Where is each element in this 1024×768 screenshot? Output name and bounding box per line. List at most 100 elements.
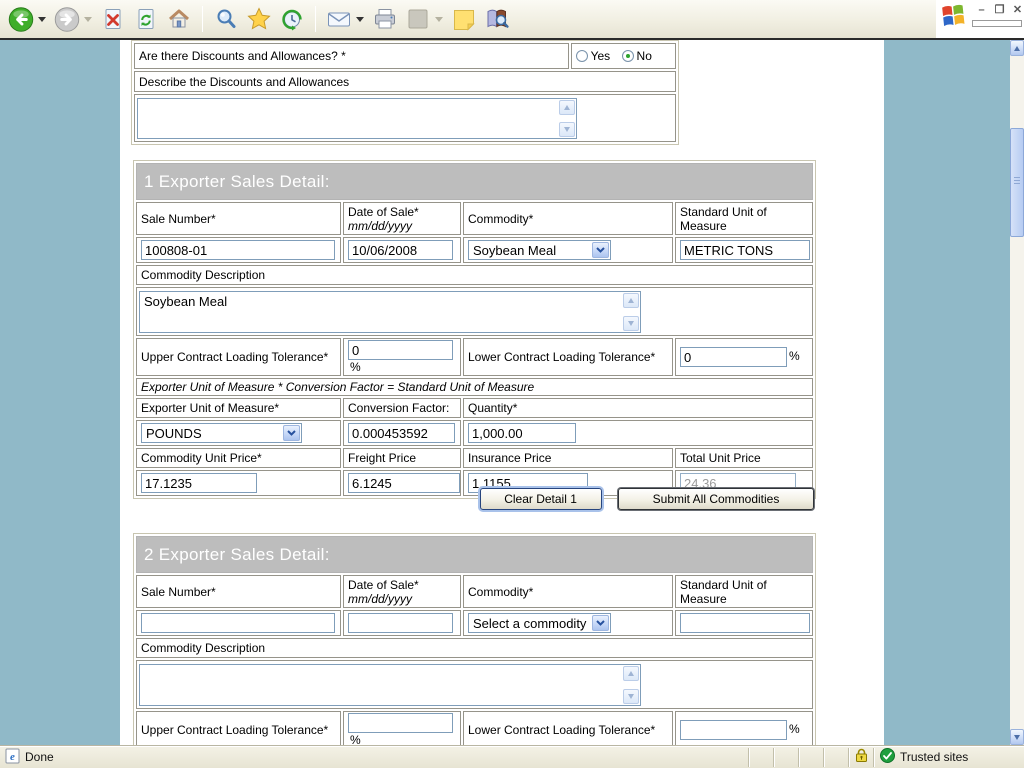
standard-unit-input[interactable] [680, 613, 810, 633]
scroll-down-icon[interactable] [623, 689, 639, 704]
research-icon[interactable] [484, 6, 510, 32]
upper-tolerance-input[interactable] [348, 340, 453, 360]
discounts-no-radio[interactable] [622, 50, 634, 62]
forward-icon[interactable] [54, 6, 80, 32]
browser-viewport: Are there Discounts and Allowances? * Ye… [0, 40, 1010, 745]
chevron-down-icon[interactable] [592, 242, 609, 258]
trusted-check-icon [880, 748, 895, 766]
status-zone-1 [748, 748, 773, 767]
scroll-up-icon[interactable] [623, 293, 639, 308]
mail-icon[interactable] [326, 6, 352, 32]
window-chrome: – ❐ ✕ [936, 0, 1024, 40]
browser-toolbar [0, 0, 936, 38]
notes-icon[interactable] [451, 6, 477, 32]
commodity-description-label: Commodity Description [141, 641, 265, 655]
standard-unit-input[interactable] [680, 240, 810, 260]
scrollbar-down-icon[interactable] [1010, 729, 1024, 745]
mail-dropdown-icon[interactable] [355, 6, 365, 32]
commodity-description-textarea-wrap [139, 664, 641, 706]
total-unit-price-label: Total Unit Price [680, 451, 761, 465]
clear-detail-button[interactable]: Clear Detail 1 [480, 488, 602, 510]
lock-icon [855, 748, 868, 766]
commodity-unit-price-label: Commodity Unit Price* [141, 451, 262, 465]
sale-number-input[interactable] [141, 240, 335, 260]
lower-tolerance-label: Lower Contract Loading Tolerance* [468, 723, 655, 737]
lower-tolerance-label: Lower Contract Loading Tolerance* [468, 350, 655, 364]
upper-tolerance-input[interactable] [348, 713, 453, 733]
security-zone-text: Trusted sites [900, 750, 968, 764]
edit-dropdown-icon [434, 6, 444, 32]
scroll-up-icon[interactable] [623, 666, 639, 681]
conversion-factor-input[interactable] [348, 423, 455, 443]
date-format-label: mm/dd/yyyy [348, 219, 456, 233]
discounts-table: Are there Discounts and Allowances? * Ye… [131, 40, 679, 145]
date-of-sale-input[interactable] [348, 613, 453, 633]
commodity-description-textarea[interactable]: Soybean Meal [140, 292, 621, 332]
status-zone-2 [773, 748, 798, 767]
lower-tolerance-input[interactable] [680, 347, 787, 367]
minimize-button[interactable]: – [974, 4, 989, 17]
commodity-select-value: Select a commodity [473, 616, 586, 631]
status-bar: e Done Trusted sites [0, 745, 1024, 768]
back-dropdown-icon[interactable] [37, 6, 47, 32]
back-icon[interactable] [8, 6, 34, 32]
status-zone-security: Trusted sites [873, 748, 1024, 767]
section1-header: 1 Exporter Sales Detail: [136, 163, 813, 200]
discounts-no-label: No [637, 49, 652, 63]
textarea-scrollbar [623, 666, 639, 704]
commodity-description-textarea[interactable] [140, 665, 621, 705]
textarea-scrollbar [623, 293, 639, 331]
vertical-scrollbar[interactable] [1010, 40, 1024, 745]
history-icon[interactable] [279, 6, 305, 32]
scroll-down-icon[interactable] [623, 316, 639, 331]
discounts-yes-label: Yes [591, 49, 611, 63]
commodity-select[interactable]: Select a commodity [468, 613, 611, 633]
scrollbar-up-icon[interactable] [1010, 40, 1024, 56]
discounts-yes-radio[interactable] [576, 50, 588, 62]
upper-tolerance-label: Upper Contract Loading Tolerance* [141, 350, 328, 364]
discounts-description-textarea[interactable] [138, 99, 557, 138]
sale-number-label: Sale Number* [141, 585, 216, 599]
commodity-select[interactable]: Soybean Meal [468, 240, 611, 260]
stop-icon[interactable] [100, 6, 126, 32]
refresh-icon[interactable] [133, 6, 159, 32]
scrollbar-thumb[interactable] [1010, 128, 1024, 237]
scroll-down-icon[interactable] [559, 122, 575, 137]
search-icon[interactable] [213, 6, 239, 32]
svg-text:e: e [10, 751, 15, 763]
submit-all-commodities-button[interactable]: Submit All Commodities [618, 488, 814, 510]
conversion-factor-label: Conversion Factor: [348, 401, 449, 415]
print-icon[interactable] [372, 6, 398, 32]
scroll-up-icon[interactable] [559, 100, 575, 115]
home-icon[interactable] [166, 6, 192, 32]
chevron-down-icon[interactable] [283, 425, 300, 441]
section1-actions: Clear Detail 1 Submit All Commodities [133, 488, 814, 510]
date-of-sale-input[interactable] [348, 240, 453, 260]
favorites-icon[interactable] [246, 6, 272, 32]
toolbar-separator [202, 6, 203, 32]
sale-number-input[interactable] [141, 613, 335, 633]
window-chrome-box [972, 20, 1022, 27]
date-of-sale-label: Date of Sale* [348, 205, 456, 219]
standard-unit-label: Standard Unit of Measure [680, 578, 767, 606]
quantity-label: Quantity* [468, 401, 517, 415]
discounts-describe-label: Describe the Discounts and Allowances [139, 75, 349, 89]
exporter-unit-select[interactable]: POUNDS [141, 423, 302, 443]
commodity-label: Commodity* [468, 212, 533, 226]
upper-tolerance-label: Upper Contract Loading Tolerance* [141, 723, 328, 737]
commodity-label: Commodity* [468, 585, 533, 599]
status-zone-4 [823, 748, 848, 767]
status-text: Done [25, 750, 54, 764]
discounts-description-textarea-wrap [137, 98, 577, 139]
edit-icon [405, 6, 431, 32]
percent-sign: % [789, 722, 800, 736]
quantity-input[interactable] [468, 423, 576, 443]
close-button[interactable]: ✕ [1010, 4, 1024, 17]
lower-tolerance-input[interactable] [680, 720, 787, 740]
restore-button[interactable]: ❐ [992, 4, 1007, 17]
exporter-sales-detail-2-table: 2 Exporter Sales Detail: Sale Number* Da… [133, 533, 816, 745]
chevron-down-icon[interactable] [592, 615, 609, 631]
windows-logo-icon [942, 4, 965, 32]
percent-sign: % [350, 733, 361, 745]
forward-dropdown-icon [83, 6, 93, 32]
